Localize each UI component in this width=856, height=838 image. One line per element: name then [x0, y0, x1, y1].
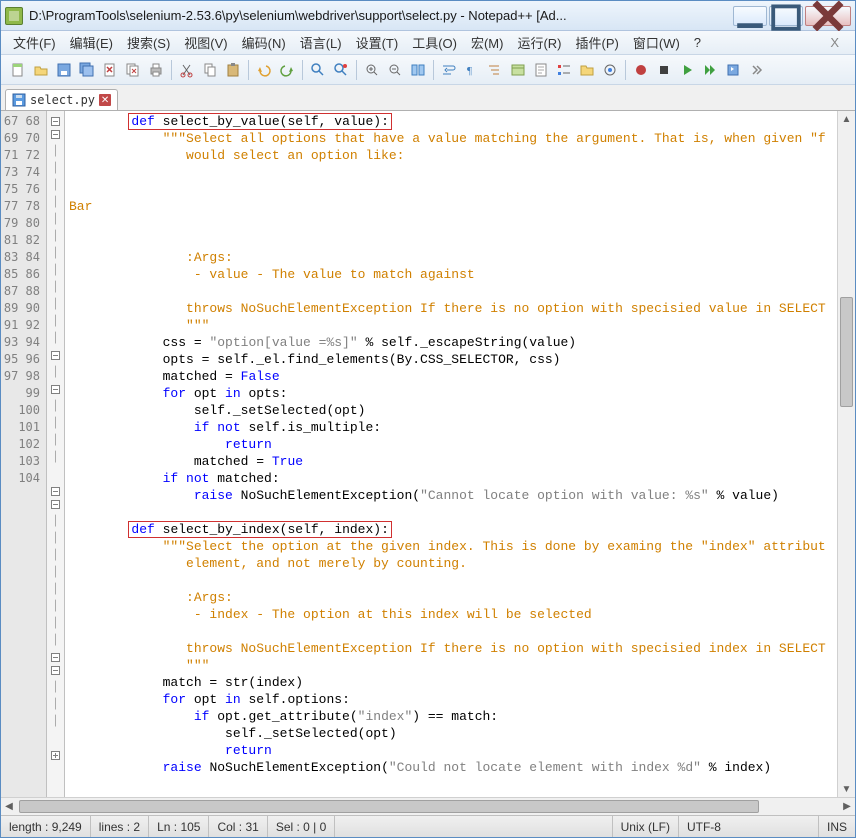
menu-run[interactable]: 运行(R)	[511, 31, 567, 54]
app-window: D:\ProgramTools\selenium-2.53.6\py\selen…	[0, 0, 856, 838]
tab-close-icon[interactable]: ✕	[99, 94, 111, 106]
horizontal-scrollbar[interactable]: ◀ ▶	[1, 797, 855, 815]
status-sel: Sel : 0 | 0	[268, 816, 335, 837]
menu-edit[interactable]: 编辑(E)	[64, 31, 119, 54]
monitor-icon[interactable]	[599, 59, 621, 81]
doc-map-icon[interactable]	[530, 59, 552, 81]
menu-close-x[interactable]: X	[820, 35, 849, 50]
close-all-icon[interactable]	[122, 59, 144, 81]
word-wrap-icon[interactable]	[438, 59, 460, 81]
hscroll-thumb[interactable]	[19, 800, 759, 813]
save-all-icon[interactable]	[76, 59, 98, 81]
func-list-icon[interactable]	[553, 59, 575, 81]
copy-icon[interactable]	[199, 59, 221, 81]
close-file-icon[interactable]	[99, 59, 121, 81]
find-icon[interactable]	[307, 59, 329, 81]
menu-window[interactable]: 窗口(W)	[627, 31, 686, 54]
paste-icon[interactable]	[222, 59, 244, 81]
zoom-in-icon[interactable]	[361, 59, 383, 81]
stop-macro-icon[interactable]	[653, 59, 675, 81]
file-saved-icon	[12, 93, 26, 107]
new-file-icon[interactable]	[7, 59, 29, 81]
zoom-out-icon[interactable]	[384, 59, 406, 81]
window-title: D:\ProgramTools\selenium-2.53.6\py\selen…	[29, 8, 733, 23]
save-macro-icon[interactable]	[722, 59, 744, 81]
status-encoding[interactable]: UTF-8	[679, 816, 819, 837]
scroll-right-arrow-icon[interactable]: ▶	[839, 798, 855, 815]
menu-bar: 文件(F) 编辑(E) 搜索(S) 视图(V) 编码(N) 语言(L) 设置(T…	[1, 31, 855, 55]
toolbar: ¶	[1, 55, 855, 85]
status-eol[interactable]: Unix (LF)	[613, 816, 679, 837]
menu-plugins[interactable]: 插件(P)	[570, 31, 625, 54]
status-col: Col : 31	[209, 816, 267, 837]
maximize-button[interactable]	[769, 6, 803, 26]
user-lang-icon[interactable]	[507, 59, 529, 81]
sync-scroll-icon[interactable]	[407, 59, 429, 81]
app-icon	[5, 7, 23, 25]
status-bar: length : 9,249 lines : 2 Ln : 105 Col : …	[1, 815, 855, 837]
undo-icon[interactable]	[253, 59, 275, 81]
menu-view[interactable]: 视图(V)	[178, 31, 233, 54]
editor-area: 67 68 69 70 71 72 73 74 75 76 77 78 79 8…	[1, 111, 855, 797]
scroll-left-arrow-icon[interactable]: ◀	[1, 798, 17, 815]
status-length: length : 9,249	[1, 816, 91, 837]
menu-encoding[interactable]: 编码(N)	[236, 31, 292, 54]
menu-settings[interactable]: 设置(T)	[350, 31, 405, 54]
close-button[interactable]	[805, 6, 851, 26]
minimize-button[interactable]	[733, 6, 767, 26]
play-macro-icon[interactable]	[676, 59, 698, 81]
record-macro-icon[interactable]	[630, 59, 652, 81]
cut-icon[interactable]	[176, 59, 198, 81]
toolbar-chevrons-icon[interactable]	[745, 59, 767, 81]
status-ln: Ln : 105	[149, 816, 209, 837]
menu-file[interactable]: 文件(F)	[7, 31, 62, 54]
print-icon[interactable]	[145, 59, 167, 81]
vscroll-thumb[interactable]	[840, 297, 853, 407]
status-ins[interactable]: INS	[819, 816, 855, 837]
fold-column[interactable]: ││││││││││││││││││││││││││││	[47, 111, 65, 797]
tab-filename: select.py	[30, 93, 95, 107]
svg-text:¶: ¶	[467, 65, 472, 77]
menu-search[interactable]: 搜索(S)	[121, 31, 176, 54]
menu-language[interactable]: 语言(L)	[294, 31, 348, 54]
file-tab[interactable]: select.py ✕	[5, 89, 118, 110]
vertical-scrollbar[interactable]: ▲ ▼	[837, 111, 855, 797]
redo-icon[interactable]	[276, 59, 298, 81]
menu-help[interactable]: ?	[688, 33, 707, 52]
indent-guide-icon[interactable]	[484, 59, 506, 81]
status-lines: lines : 2	[91, 816, 149, 837]
scroll-down-arrow-icon[interactable]: ▼	[838, 781, 855, 797]
open-file-icon[interactable]	[30, 59, 52, 81]
save-icon[interactable]	[53, 59, 75, 81]
tab-bar: select.py ✕	[1, 85, 855, 111]
replace-icon[interactable]	[330, 59, 352, 81]
scroll-up-arrow-icon[interactable]: ▲	[838, 111, 855, 127]
code-view[interactable]: def select_by_value(self, value): """Sel…	[65, 111, 855, 797]
folder-workspace-icon[interactable]	[576, 59, 598, 81]
menu-tools[interactable]: 工具(O)	[406, 31, 463, 54]
playback-multi-icon[interactable]	[699, 59, 721, 81]
menu-macro[interactable]: 宏(M)	[465, 31, 510, 54]
show-all-chars-icon[interactable]: ¶	[461, 59, 483, 81]
title-bar[interactable]: D:\ProgramTools\selenium-2.53.6\py\selen…	[1, 1, 855, 31]
line-number-gutter: 67 68 69 70 71 72 73 74 75 76 77 78 79 8…	[1, 111, 47, 797]
